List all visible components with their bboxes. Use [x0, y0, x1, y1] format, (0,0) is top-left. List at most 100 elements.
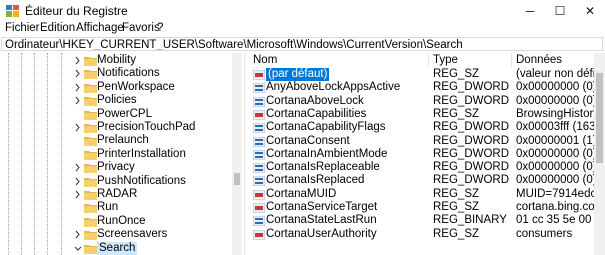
folder-icon [84, 231, 97, 241]
tree-guide-line [61, 53, 62, 255]
value-type: REG_BINARY [433, 214, 507, 227]
value-data: 0x00000000 (0) [516, 147, 596, 160]
registry-value-row[interactable]: CortanaCapabilityFlags REG_DWORD 0x00003ff… [248, 121, 605, 134]
chevron-right-icon[interactable] [74, 163, 82, 172]
value-type: REG_DWORD [433, 121, 510, 134]
value-data: 0x00000000 (0) [516, 81, 596, 94]
column-header-name[interactable]: Nom [253, 53, 277, 67]
value-name: CortanaCapabilities [266, 107, 367, 120]
registry-value-row[interactable]: CortanaMUID REG_SZ MUID=7914edc0c48 [248, 188, 605, 201]
tree-item[interactable]: Policies [70, 94, 230, 107]
folder-icon [84, 83, 97, 93]
binary-value-icon [253, 149, 265, 160]
folder-icon [84, 150, 97, 160]
column-header-type[interactable]: Type [433, 53, 458, 67]
tree-item[interactable]: Notifications [70, 67, 230, 80]
value-data: 0x00000000 (0) [516, 174, 596, 187]
value-name: CortanaConsent [266, 134, 350, 147]
window-title: Éditeur du Registre [25, 4, 128, 18]
registry-value-row[interactable]: CortanaConsent REG_DWORD 0x00000001 (1) [248, 135, 605, 148]
tree-guide-line [21, 53, 22, 255]
tree-scrollbar-thumb[interactable] [234, 173, 240, 185]
folder-icon [84, 110, 97, 120]
folder-icon [84, 177, 97, 187]
registry-value-row[interactable]: CortanaUserAuthority REG_SZ consumers [248, 228, 605, 241]
chevron-right-icon[interactable] [74, 83, 82, 92]
value-type: REG_DWORD [433, 94, 510, 107]
close-button[interactable]: ✕ [575, 0, 605, 22]
tree-item-label: Run [97, 201, 119, 214]
chevron-right-icon[interactable] [74, 96, 82, 105]
values-scrollbar-thumb[interactable] [596, 73, 603, 163]
tree-scrollbar[interactable] [232, 53, 242, 255]
value-type: REG_SZ [433, 201, 480, 213]
tree-item[interactable]: PrecisionTouchPad [70, 121, 230, 134]
tree-item-label: PrecisionTouchPad [97, 121, 196, 133]
folder-icon [84, 124, 97, 133]
registry-value-row[interactable]: CortanaCapabilities REG_SZ BrowsingHistory… [248, 108, 605, 121]
value-name: CortanaCapabilityFlags [266, 121, 386, 134]
value-type: REG_DWORD [433, 81, 510, 94]
value-data: 0x00000000 (0) [516, 161, 596, 174]
chevron-right-icon[interactable] [74, 56, 82, 65]
binary-value-icon [253, 136, 265, 147]
folder-icon [84, 204, 97, 214]
registry-value-row[interactable]: (par défaut) REG_SZ (valeur non définie) [248, 68, 605, 81]
maximize-button[interactable]: ☐ [545, 0, 575, 22]
tree-item[interactable]: PrinterInstallation [70, 148, 230, 161]
tree-item[interactable]: RunOnce [70, 215, 230, 228]
string-value-icon [253, 70, 265, 80]
chevron-right-icon[interactable] [74, 123, 82, 132]
tree-item[interactable]: PowerCPL [70, 108, 230, 121]
title-bar[interactable]: Éditeur du Registre ─ ☐ ✕ [0, 0, 605, 22]
registry-value-row[interactable]: CortanaInAmbientMode REG_DWORD 0x00000000 … [248, 148, 605, 161]
tree-item[interactable]: RADAR [70, 188, 230, 201]
chevron-right-icon[interactable] [74, 69, 82, 78]
tree-item[interactable]: Prelaunch [70, 134, 230, 147]
value-type: REG_SZ [433, 227, 480, 240]
folder-icon [84, 217, 97, 227]
registry-value-row[interactable]: CortanaAboveLock REG_DWORD 0x00000000 (0) [248, 95, 605, 108]
tree-item-label: Search [97, 241, 138, 255]
value-data: 0x00000000 (0) [516, 94, 596, 107]
registry-value-row[interactable]: CortanaIsReplaceable REG_DWORD 0x00000000 … [248, 161, 605, 174]
address-bar[interactable]: Ordinateur\HKEY_CURRENT_USER\Software\Mi… [1, 37, 603, 51]
menu-edition[interactable]: Edition [40, 22, 75, 34]
tree-item[interactable]: Privacy [70, 161, 230, 174]
menu-favoris[interactable]: Favoris [122, 22, 160, 34]
column-separator[interactable] [511, 53, 512, 67]
column-header-data[interactable]: Données [516, 53, 562, 67]
tree-item[interactable]: Mobility [70, 54, 230, 67]
tree-item[interactable]: Search [70, 241, 230, 255]
tree-item-label: Prelaunch [97, 134, 149, 147]
registry-value-row[interactable]: CortanaStateLastRun REG_BINARY 01 cc 35 5e… [248, 214, 605, 227]
values-list-pane[interactable]: Nom Type Données (par défaut) REG_SZ (vale… [248, 53, 605, 255]
tree-item[interactable]: PushNotifications [70, 175, 230, 188]
registry-value-row[interactable]: CortanaServiceTarget REG_SZ cortana.bing.c… [248, 201, 605, 214]
key-tree-pane[interactable]: Mobility Notifications PenWorkspace Policie… [0, 53, 242, 255]
menu-fichier[interactable]: Fichier [5, 22, 40, 34]
chevron-right-icon[interactable] [74, 177, 82, 186]
chevron-right-icon[interactable] [74, 190, 82, 199]
binary-value-icon [253, 96, 265, 107]
registry-value-row[interactable]: CortanaIsReplaced REG_DWORD 0x00000000 (0) [248, 174, 605, 187]
minimize-button[interactable]: ─ [515, 0, 545, 22]
chevron-down-icon[interactable] [74, 244, 82, 253]
value-data: (valeur non définie) [516, 68, 596, 80]
values-scrollbar[interactable] [594, 53, 605, 255]
column-separator[interactable] [428, 53, 429, 67]
menu-affichage[interactable]: Affichage [76, 22, 124, 34]
value-data: 01 cc 35 5e 00 00 00 [516, 214, 596, 227]
tree-item-label: Notifications [97, 67, 160, 80]
registry-value-row[interactable]: AnyAboveLockAppsActive REG_DWORD 0x0000000… [248, 81, 605, 94]
value-type: REG_DWORD [433, 161, 510, 174]
tree-item[interactable]: Run [70, 201, 230, 214]
tree-item-label: PrinterInstallation [97, 147, 186, 160]
menu-help[interactable]: ? [157, 22, 163, 34]
chevron-right-icon[interactable] [74, 230, 82, 239]
folder-icon [84, 97, 97, 107]
tree-item[interactable]: Screensavers [70, 228, 230, 241]
tree-item[interactable]: PenWorkspace [70, 81, 230, 94]
binary-value-icon [253, 83, 265, 94]
value-type: REG_DWORD [433, 174, 510, 187]
